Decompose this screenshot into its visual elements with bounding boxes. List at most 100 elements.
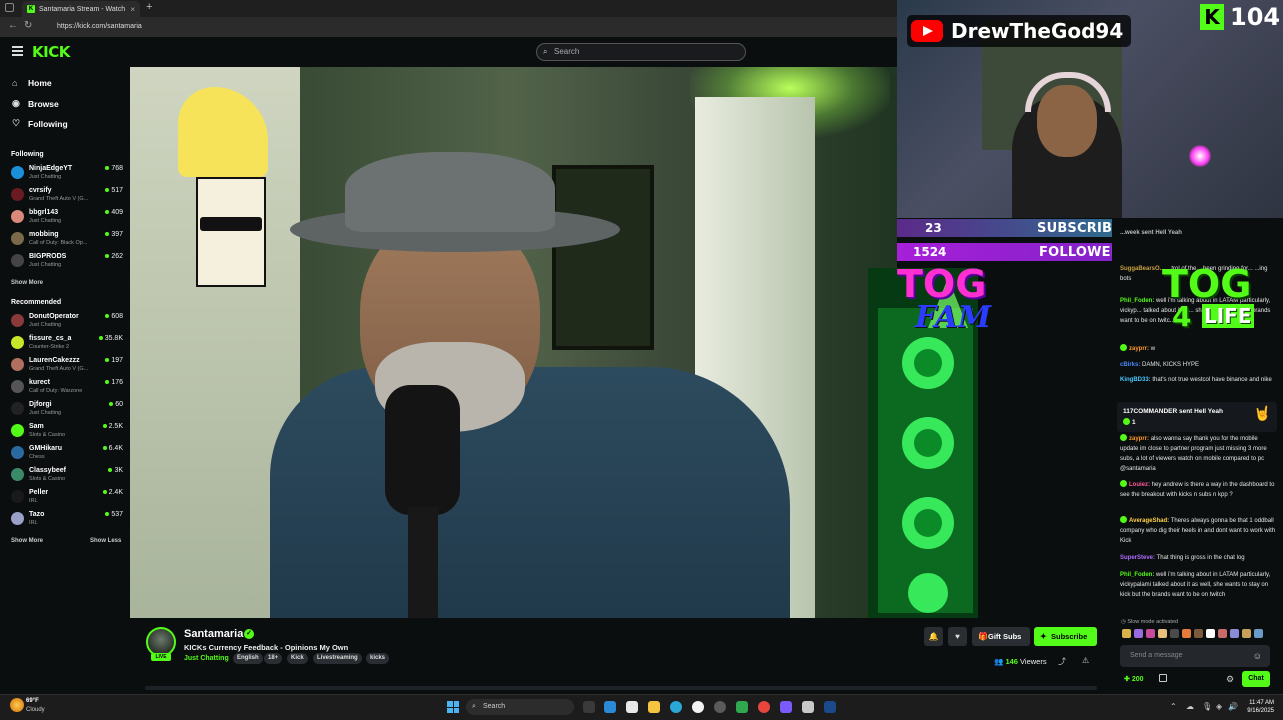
emote-icon[interactable] bbox=[1182, 629, 1191, 638]
emote-icon[interactable] bbox=[1158, 629, 1167, 638]
gear-icon[interactable]: ⚙ bbox=[1226, 674, 1234, 685]
nav-home[interactable]: ⌂ Home bbox=[12, 78, 52, 88]
emote-icon[interactable] bbox=[1230, 629, 1239, 638]
chat-username[interactable]: KingBD33: bbox=[1120, 377, 1151, 383]
report-icon[interactable]: ⚠ bbox=[1082, 656, 1089, 665]
discord-icon[interactable] bbox=[780, 701, 792, 713]
sidebar-channel[interactable]: NinjaEdgeYT Just Chatting 768 bbox=[11, 163, 123, 183]
tray-volume-icon[interactable]: 🔊 bbox=[1228, 702, 1238, 711]
back-icon[interactable]: ← bbox=[8, 20, 18, 31]
start-icon[interactable] bbox=[447, 701, 459, 713]
emote-icon[interactable] bbox=[1170, 629, 1179, 638]
settings-app-icon[interactable] bbox=[714, 701, 726, 713]
show-more-following-button[interactable]: Show More bbox=[11, 280, 43, 286]
sidebar-channel[interactable]: cvrsify Grand Theft Auto V (G... 517 bbox=[11, 185, 123, 205]
chat-username[interactable]: Phil_Foden: bbox=[1120, 298, 1154, 304]
kick-logo[interactable]: KICK bbox=[32, 43, 70, 61]
tray-chevron-icon[interactable]: ⌃ bbox=[1170, 702, 1177, 711]
sidebar-channel[interactable]: mobbing Call of Duty: Black Op... 397 bbox=[11, 229, 123, 249]
sidebar-channel[interactable]: bbgrl143 Just Chatting 409 bbox=[11, 207, 123, 227]
window-menu-icon[interactable] bbox=[5, 3, 14, 12]
weather-icon[interactable] bbox=[10, 698, 24, 712]
tray-cloud-icon[interactable]: ☁ bbox=[1186, 702, 1194, 711]
gift-subs-button[interactable]: 🎁 Gift Subs bbox=[972, 627, 1030, 646]
streamer-name[interactable]: Santamaria bbox=[184, 628, 243, 640]
sidebar-channel[interactable]: Tazo IRL 537 bbox=[11, 509, 123, 529]
tag-english[interactable]: English bbox=[233, 653, 263, 664]
emote-icon[interactable] bbox=[1254, 629, 1263, 638]
refresh-icon[interactable]: ↻ bbox=[24, 20, 32, 31]
new-tab-button[interactable]: + bbox=[146, 1, 152, 13]
chat-send-button[interactable]: Chat bbox=[1242, 671, 1270, 687]
chat-message-input[interactable]: Send a message ☺ bbox=[1120, 645, 1270, 667]
tag-livestreaming[interactable]: Livestreaming bbox=[313, 653, 362, 664]
chat-username[interactable]: zayprr: bbox=[1129, 436, 1149, 442]
emote-icon[interactable] bbox=[1242, 629, 1251, 638]
system-clock[interactable]: 11:47 AM 9/16/2025 bbox=[1240, 699, 1274, 715]
sidebar-channel[interactable]: Peller IRL 2.4K bbox=[11, 487, 123, 507]
horizontal-scrollbar[interactable] bbox=[145, 686, 1097, 690]
tray-mic-icon[interactable]: 🎙 bbox=[1202, 702, 1212, 711]
stream-category[interactable]: Just Chatting bbox=[184, 655, 229, 662]
obs-icon[interactable] bbox=[802, 701, 814, 713]
chat-username[interactable]: cBirks: bbox=[1120, 362, 1140, 368]
sidebar-channel[interactable]: Sam Slots & Casino 2.5K bbox=[11, 421, 123, 441]
tog-4-life-logo: TOG 4 LIFE bbox=[1160, 262, 1283, 352]
browser-tab[interactable]: K Santamaria Stream - Watch × bbox=[22, 1, 140, 17]
sidebar-channel[interactable]: kurect Call of Duty: Warzone 176 bbox=[11, 377, 123, 397]
chat-message: cBirks: DAMN, KICKS HYPE bbox=[1120, 360, 1276, 370]
chrome-icon[interactable] bbox=[758, 701, 770, 713]
tray-wifi-icon[interactable]: ◈ bbox=[1216, 702, 1222, 711]
chat-username[interactable]: AverageShad: bbox=[1129, 518, 1169, 524]
chat-username[interactable]: zayprr: bbox=[1129, 346, 1149, 352]
notification-bell-icon[interactable]: 🔔 bbox=[924, 627, 943, 646]
sidebar-channel[interactable]: GMHikaru Chess 6.4K bbox=[11, 443, 123, 463]
video-player[interactable] bbox=[130, 67, 897, 618]
sidebar-channel[interactable]: Classybeef Slots & Casino 3K bbox=[11, 465, 123, 485]
calendar-icon[interactable] bbox=[1159, 674, 1167, 682]
sidebar-channel[interactable]: Djforgi Just Chatting 60 bbox=[11, 399, 123, 419]
sidebar-channel[interactable]: fissure_cs_a Counter-Strike 2 35.8K bbox=[11, 333, 123, 353]
emote-icon[interactable] bbox=[1206, 629, 1215, 638]
file-explorer-icon[interactable] bbox=[648, 701, 660, 713]
emote-icon[interactable] bbox=[1134, 629, 1143, 638]
share-icon[interactable]: ⤴ bbox=[1058, 656, 1066, 667]
steam-icon[interactable] bbox=[824, 701, 836, 713]
tag-18plus[interactable]: 18+ bbox=[264, 653, 283, 664]
emote-icon[interactable] bbox=[1194, 629, 1203, 638]
chat-username[interactable]: SuggaBearsO... bbox=[1120, 266, 1165, 272]
nav-following[interactable]: ♡ Following bbox=[12, 118, 68, 129]
channel-avatar bbox=[11, 424, 24, 437]
show-less-button[interactable]: Show Less bbox=[90, 538, 121, 544]
chat-username[interactable]: ...week sent Hell Yeah bbox=[1120, 230, 1182, 236]
copilot-icon[interactable] bbox=[604, 701, 616, 713]
chat-username[interactable]: SuperSteve: bbox=[1120, 555, 1155, 561]
url-input[interactable]: https://kick.com/santamaria bbox=[47, 20, 897, 34]
task-view-icon[interactable] bbox=[583, 701, 595, 713]
chat-username[interactable]: Phil_Foden: bbox=[1120, 572, 1154, 578]
sidebar-channel[interactable]: LaurenCakezzz Grand Theft Auto V (G... 197 bbox=[11, 355, 123, 375]
show-more-recommended-button[interactable]: Show More bbox=[11, 538, 43, 544]
sidebar-channel[interactable]: DonutOperator Just Chatting 608 bbox=[11, 311, 123, 331]
follow-heart-icon[interactable]: ♥ bbox=[948, 627, 967, 646]
tag-kicks[interactable]: kicks bbox=[366, 653, 390, 664]
emote-icon[interactable] bbox=[1122, 629, 1131, 638]
tag-kick[interactable]: Kick bbox=[287, 653, 308, 664]
sidebar-channel[interactable]: BIGPRODS Just Chatting 262 bbox=[11, 251, 123, 271]
app-icon[interactable] bbox=[692, 701, 704, 713]
search-input[interactable]: ⌕ Search bbox=[536, 43, 746, 61]
emoji-icon[interactable]: ☺ bbox=[1253, 645, 1262, 667]
edge-icon[interactable] bbox=[670, 701, 682, 713]
taskbar-search[interactable]: ⌕ Search bbox=[466, 699, 574, 715]
channel-points[interactable]: ✚ 200 bbox=[1124, 675, 1144, 683]
menu-icon[interactable] bbox=[12, 46, 23, 56]
nav-browse[interactable]: ◉ Browse bbox=[12, 98, 59, 109]
emote-icon[interactable] bbox=[1146, 629, 1155, 638]
chat-username[interactable]: Louiez: bbox=[1129, 482, 1150, 488]
subscribe-button[interactable]: ✦ Subscribe bbox=[1034, 627, 1097, 646]
store-icon[interactable] bbox=[626, 701, 638, 713]
tab-close-icon[interactable]: × bbox=[130, 5, 135, 14]
emote-bar[interactable] bbox=[1122, 629, 1272, 641]
emote-icon[interactable] bbox=[1218, 629, 1227, 638]
xbox-icon[interactable] bbox=[736, 701, 748, 713]
